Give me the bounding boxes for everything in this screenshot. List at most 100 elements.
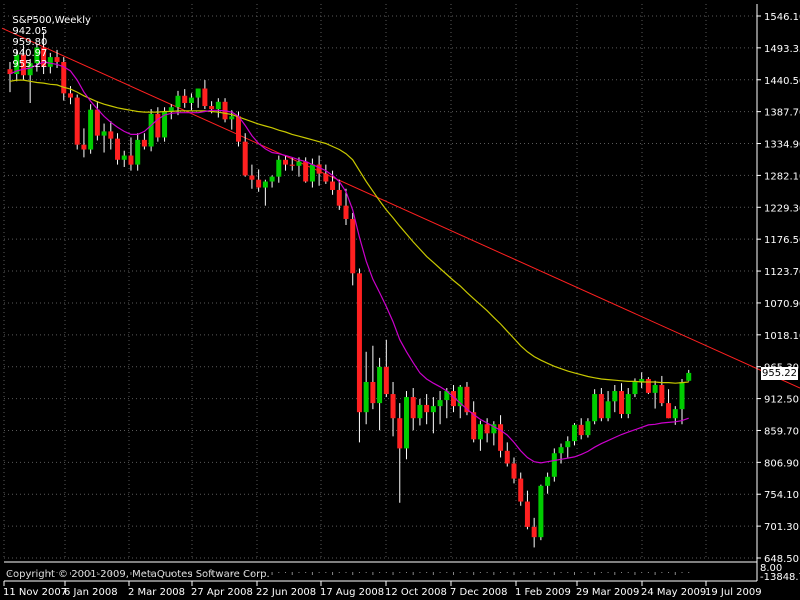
candle-bull bbox=[188, 97, 194, 104]
candle-bull bbox=[121, 155, 127, 160]
high-value: 959.80 bbox=[12, 37, 48, 48]
candle-bear bbox=[235, 116, 241, 142]
close-value: 955.22 bbox=[12, 59, 48, 70]
candle-bull bbox=[296, 161, 302, 166]
candle-bull bbox=[585, 421, 591, 436]
y-tick-label: 1176.50 bbox=[764, 235, 800, 246]
candle-bear bbox=[155, 113, 161, 138]
candle-bull bbox=[477, 424, 483, 440]
candle-bull bbox=[672, 409, 678, 419]
candle-bear bbox=[115, 138, 121, 160]
candle-bear bbox=[511, 463, 517, 479]
x-tick-label: 7 Dec 2008 bbox=[450, 587, 508, 598]
candle-bear bbox=[397, 418, 403, 449]
candle-bear bbox=[202, 88, 208, 107]
y-tick-label: 1387.70 bbox=[764, 108, 800, 119]
candle-bear bbox=[659, 385, 665, 404]
y-tick-label: 1229.30 bbox=[764, 203, 800, 214]
candle-bear bbox=[94, 109, 100, 136]
candle-bull bbox=[148, 113, 154, 147]
y-tick-label: 1440.50 bbox=[764, 76, 800, 87]
x-tick-label: 11 Nov 2007 bbox=[3, 587, 67, 598]
candle-bull bbox=[101, 131, 107, 136]
candle-bear bbox=[666, 403, 672, 419]
candle-bear bbox=[645, 378, 651, 393]
x-tick-label: 17 Aug 2008 bbox=[320, 587, 384, 598]
candle-bull bbox=[592, 394, 598, 422]
candle-bull bbox=[417, 404, 423, 419]
y-tick-label: 1493.35 bbox=[764, 44, 800, 55]
candle-bear bbox=[108, 131, 114, 139]
candle-bull bbox=[686, 372, 692, 381]
price-chart[interactable]: 1546.10 1493.35 1440.50 1387.70 1334.90 1282.… bbox=[0, 0, 800, 600]
candle-bear bbox=[81, 144, 87, 150]
y-tick-label: 1018.10 bbox=[764, 331, 800, 342]
y-tick-label: 1070.90 bbox=[764, 299, 800, 310]
candle-bull bbox=[175, 95, 181, 108]
x-tick-label: 1 Feb 2009 bbox=[515, 587, 571, 598]
x-tick-label: 12 Oct 2008 bbox=[385, 587, 447, 598]
candle-bull bbox=[632, 381, 638, 395]
candle-bear bbox=[316, 164, 322, 174]
indicator-value-2: -13848.7 bbox=[760, 572, 800, 583]
candle-bear bbox=[524, 501, 530, 527]
candle-bear bbox=[182, 95, 188, 104]
candle-bull bbox=[571, 424, 577, 442]
open-value: 942.05 bbox=[12, 26, 48, 37]
candle-bear bbox=[531, 526, 537, 538]
x-tick-label: 6 Jan 2008 bbox=[64, 587, 118, 598]
candle-bear bbox=[424, 404, 430, 413]
candle-bear bbox=[370, 381, 376, 404]
candle-bull bbox=[625, 394, 631, 414]
x-tick-label: 27 Apr 2008 bbox=[191, 587, 253, 598]
y-tick-label: 1123.70 bbox=[764, 267, 800, 278]
y-tick-label: 912.50 bbox=[764, 395, 799, 406]
candle-bull bbox=[652, 385, 658, 393]
candle-bear bbox=[74, 97, 80, 145]
candle-bear bbox=[484, 424, 490, 434]
candle-bear bbox=[128, 155, 134, 165]
candle-bear bbox=[336, 189, 342, 206]
candle-bull bbox=[538, 485, 544, 538]
candle-bear bbox=[343, 205, 349, 219]
y-tick-label: 859.70 bbox=[764, 426, 799, 437]
candle-bear bbox=[249, 175, 255, 180]
candle-bull bbox=[612, 391, 618, 402]
candle-bull bbox=[558, 447, 564, 454]
candle-bear bbox=[67, 93, 73, 98]
y-tick-label: 1546.10 bbox=[764, 12, 800, 23]
candle-bear bbox=[330, 181, 336, 190]
chart-header: S&P500,Weekly 942.05 959.80 940.97 955.2… bbox=[6, 4, 95, 70]
candle-bear bbox=[289, 164, 295, 166]
candle-bear bbox=[256, 179, 262, 188]
candle-bear bbox=[283, 159, 289, 165]
y-tick-label: 1334.90 bbox=[764, 140, 800, 151]
x-tick-label: 29 Mar 2009 bbox=[576, 587, 639, 598]
y-tick-label: 701.30 bbox=[764, 522, 799, 533]
candle-bear bbox=[390, 394, 396, 419]
candle-bull bbox=[276, 159, 282, 177]
y-tick-label: 806.90 bbox=[764, 458, 799, 469]
candle-bull bbox=[551, 453, 557, 477]
candle-bull bbox=[403, 397, 409, 449]
candle-bear bbox=[242, 141, 248, 176]
candle-bear bbox=[504, 450, 510, 464]
candle-bear bbox=[209, 106, 215, 110]
candle-bear bbox=[356, 273, 362, 413]
current-price-label: 955.22 bbox=[761, 367, 798, 380]
candle-bull bbox=[545, 476, 551, 486]
x-tick-label: 24 May 2009 bbox=[641, 587, 706, 598]
chart-background bbox=[0, 0, 800, 600]
symbol-label: S&P500,Weekly bbox=[12, 15, 91, 26]
candle-bull bbox=[430, 406, 436, 413]
candle-bull bbox=[215, 101, 221, 110]
candle-bear bbox=[141, 139, 147, 147]
candle-bull bbox=[377, 366, 383, 404]
candle-bull bbox=[135, 139, 141, 165]
x-tick-label: 22 Jun 2008 bbox=[256, 587, 316, 598]
candle-bull bbox=[269, 176, 275, 182]
candle-bear bbox=[303, 161, 309, 182]
candle-bull bbox=[195, 88, 201, 98]
candle-bull bbox=[262, 181, 268, 188]
x-tick-label: 2 Mar 2008 bbox=[128, 587, 185, 598]
